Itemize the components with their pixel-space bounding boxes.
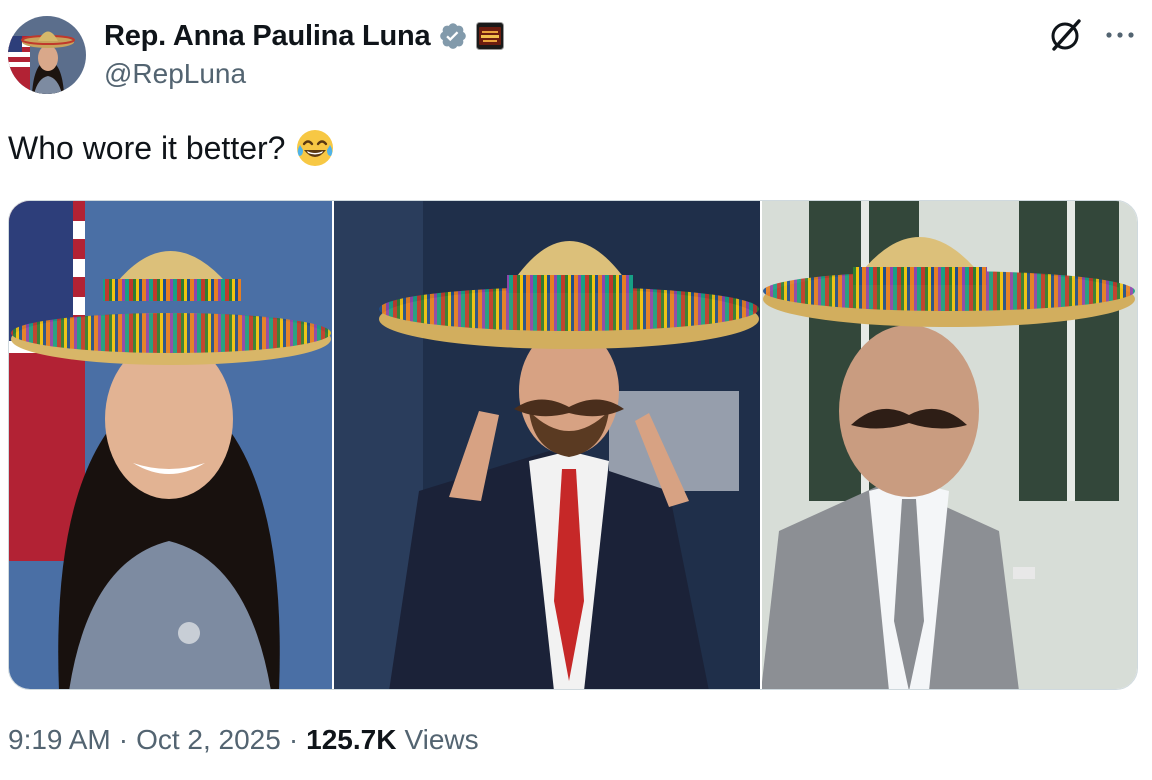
author-avatar[interactable] [8, 16, 86, 94]
media-panel-left [9, 201, 333, 689]
more-options-icon[interactable] [1102, 22, 1138, 48]
verified-badge-icon[interactable] [438, 21, 468, 51]
tweet-text: Who wore it better? [8, 128, 335, 168]
tweet-card: Rep. Anna Paulina Luna @RepLuna Who wore… [0, 0, 1152, 780]
author-handle[interactable]: @RepLuna [104, 58, 246, 90]
author-name-row: Rep. Anna Paulina Luna [104, 16, 505, 56]
meta-separator: · [288, 724, 299, 755]
tweet-time[interactable]: 9:19 AM [8, 724, 111, 756]
views-count: 125.7K [306, 724, 397, 755]
media-panel-middle [333, 201, 761, 689]
tweet-meta: 9:19 AM · Oct 2, 2025 · 125.7K Views [8, 724, 479, 756]
face-with-tears-of-joy-icon [295, 128, 335, 168]
meta-separator: · [118, 724, 129, 755]
grok-icon[interactable] [1046, 16, 1084, 54]
media-panel-right [761, 201, 1137, 689]
tweet-text-content: Who wore it better? [8, 129, 286, 166]
affiliate-badge-icon[interactable] [476, 22, 505, 50]
tweet-date[interactable]: Oct 2, 2025 [136, 724, 281, 756]
author-display-name[interactable]: Rep. Anna Paulina Luna [104, 20, 431, 53]
tweet-media-image[interactable] [8, 200, 1138, 690]
views-label: Views [404, 724, 479, 755]
